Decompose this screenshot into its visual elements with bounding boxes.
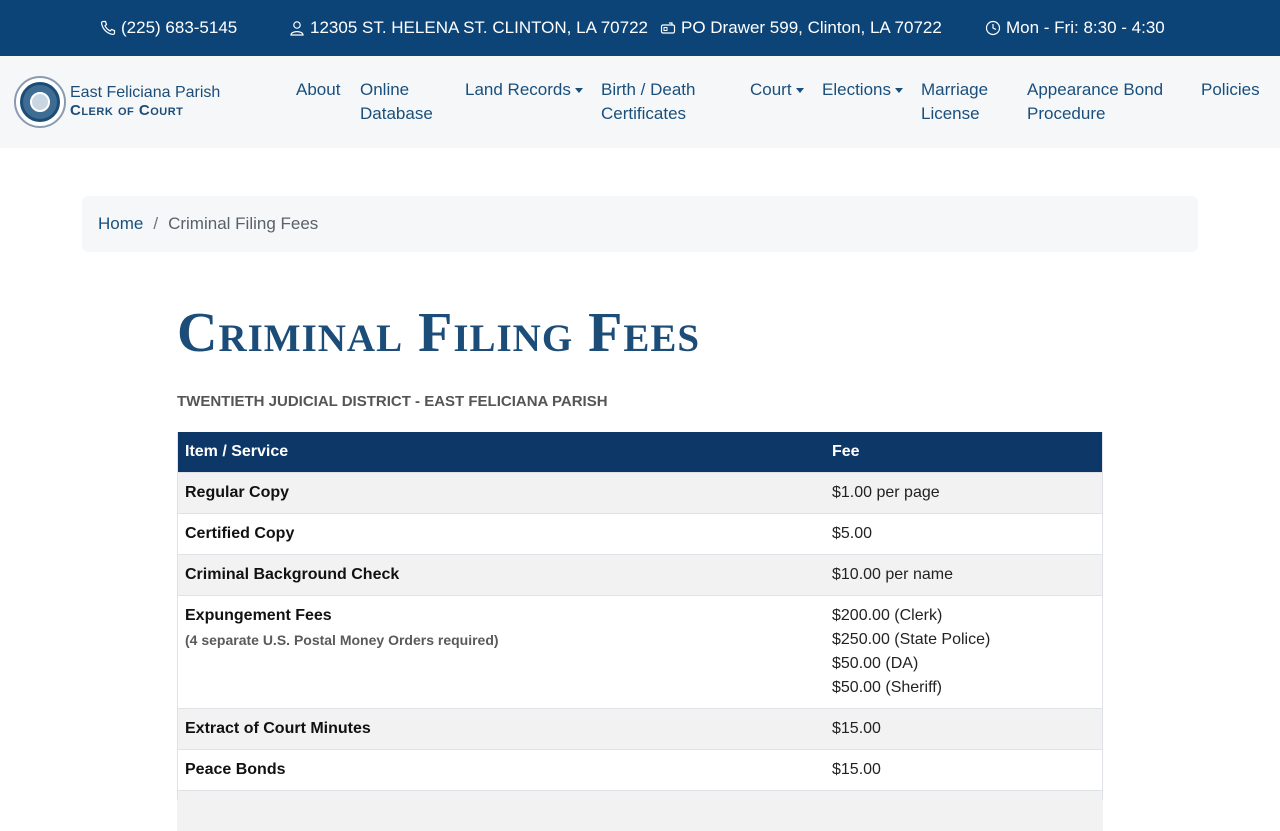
nav-elections-label: Elections [822, 80, 891, 99]
row-item: Criminal Background Check [177, 553, 824, 595]
table-header-row: Item / Service Fee [177, 432, 1103, 472]
row-fee: $1.00 per page [824, 471, 1103, 513]
mailbox-icon [660, 22, 676, 34]
row-item-note: (4 separate U.S. Postal Money Orders req… [185, 631, 499, 648]
parish-seal-icon [14, 76, 66, 128]
address-contact: 12305 ST. HELENA ST. CLINTON, LA 70722 [289, 0, 648, 56]
fees-table: Item / Service Fee Regular Copy $1.00 pe… [177, 432, 1103, 831]
nav-appearance-bond-label: Appearance Bond Procedure [1027, 80, 1164, 123]
clock-icon [985, 20, 1001, 36]
nav-online-database[interactable]: Online Database [360, 78, 433, 126]
nav-about-label: About [296, 80, 341, 99]
nav-marriage-license[interactable]: Marriage License [921, 78, 988, 126]
person-icon [290, 21, 304, 36]
logo-parish-name: East Feliciana Parish [70, 84, 221, 101]
table-row: Certified Copy $5.00 [177, 512, 1103, 554]
row-item: Certified Copy [177, 512, 824, 554]
nav-land-records-label: Land Records [465, 80, 571, 99]
nav-policies[interactable]: Policies [1201, 78, 1260, 102]
logo-clerk-title: Clerk of Court [70, 102, 184, 119]
row-item: Regular Copy [177, 471, 824, 513]
row-fee: $15.00 [824, 748, 1103, 790]
row-item: Expungement Fees (4 separate U.S. Postal… [177, 594, 824, 708]
fee-line: $200.00 (Clerk) [832, 606, 943, 624]
mailing-address: PO Drawer 599, Clinton, LA 70722 [681, 18, 942, 37]
row-fee: $15.00 [824, 707, 1103, 749]
chevron-down-icon [795, 88, 804, 94]
nav-land-records[interactable]: Land Records [465, 78, 583, 102]
breadcrumb: Home / Criminal Filing Fees [82, 196, 1198, 252]
mailing-contact: PO Drawer 599, Clinton, LA 70722 [660, 0, 942, 56]
nav-online-database-label: Online Database [360, 80, 433, 123]
street-address: 12305 ST. HELENA ST. CLINTON, LA 70722 [310, 18, 648, 37]
table-row: Peace Bonds $15.00 [177, 748, 1103, 790]
nav-marriage-label: Marriage License [921, 80, 989, 123]
breadcrumb-current: Criminal Filing Fees [168, 214, 319, 233]
chevron-down-icon [894, 88, 903, 94]
row-item-partial [177, 789, 824, 831]
fee-line: $250.00 (State Police) [832, 630, 991, 648]
table-row: Expungement Fees (4 separate U.S. Postal… [177, 594, 1103, 708]
column-header-item: Item / Service [177, 432, 824, 472]
top-info-bar: (225) 683-5145 12305 ST. HELENA ST. CLIN… [0, 0, 1280, 56]
table-row [177, 789, 1103, 831]
chevron-down-icon [574, 88, 583, 94]
phone-contact[interactable]: (225) 683-5145 [100, 0, 237, 56]
nav-policies-label: Policies [1201, 80, 1260, 99]
nav-court-label: Court [750, 80, 792, 99]
nav-birth-death-label: Birth / Death Certificates [601, 80, 696, 123]
phone-icon [100, 20, 116, 36]
site-logo[interactable]: East Feliciana Parish Clerk of Court [14, 76, 220, 128]
table-row: Extract of Court Minutes $15.00 [177, 707, 1103, 749]
nav-elections[interactable]: Elections [822, 78, 903, 102]
hours-info: Mon - Fri: 8:30 - 4:30 [985, 0, 1165, 56]
nav-court[interactable]: Court [750, 78, 804, 102]
nav-birth-death-certificates[interactable]: Birth / Death Certificates [601, 78, 696, 126]
column-header-fee: Fee [824, 432, 1103, 472]
table-row: Criminal Background Check $10.00 per nam… [177, 553, 1103, 595]
nav-appearance-bond[interactable]: Appearance Bond Procedure [1027, 78, 1163, 126]
row-fee: $10.00 per name [824, 553, 1103, 595]
table-row: Regular Copy $1.00 per page [177, 471, 1103, 513]
office-hours: Mon - Fri: 8:30 - 4:30 [1006, 18, 1165, 37]
row-item-label: Expungement Fees [185, 606, 332, 624]
row-item: Peace Bonds [177, 748, 824, 790]
fee-line: $50.00 (DA) [832, 654, 919, 672]
page-subtitle: TWENTIETH JUDICIAL DISTRICT - EAST FELIC… [177, 393, 608, 410]
row-fee-partial [824, 789, 1103, 831]
breadcrumb-home-link[interactable]: Home [98, 214, 143, 234]
main-navbar: East Feliciana Parish Clerk of Court Abo… [0, 56, 1280, 148]
page-title: Criminal Filing Fees [177, 302, 701, 364]
nav-about[interactable]: About [296, 78, 340, 102]
breadcrumb-separator: / [153, 214, 159, 233]
phone-number: (225) 683-5145 [121, 18, 238, 37]
fee-line: $50.00 (Sheriff) [832, 678, 942, 696]
row-item: Extract of Court Minutes [177, 707, 824, 749]
row-fee: $5.00 [824, 512, 1103, 554]
row-fee: $200.00 (Clerk) $250.00 (State Police) $… [824, 594, 1103, 708]
